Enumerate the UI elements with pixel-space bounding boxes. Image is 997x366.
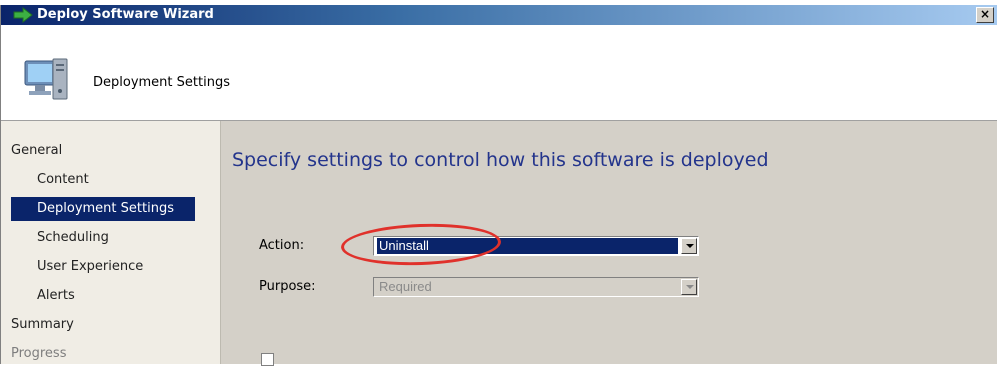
purpose-value: Required (379, 279, 432, 294)
purpose-dropdown-arrow-icon (681, 279, 697, 295)
purpose-dropdown: Required (373, 277, 699, 297)
wizard-navigation: General Content Deployment Settings Sche… (1, 121, 221, 364)
computer-icon (24, 58, 68, 100)
nav-item-alerts[interactable]: Alerts (11, 284, 75, 308)
wizard-header: Deployment Settings (1, 25, 997, 121)
page-title: Deployment Settings (93, 75, 230, 90)
nav-item-general[interactable]: General (11, 139, 62, 163)
nav-item-progress: Progress (11, 346, 67, 361)
nav-item-content[interactable]: Content (11, 168, 89, 192)
close-button[interactable]: × (976, 7, 994, 23)
action-value: Uninstall (377, 238, 678, 254)
main-panel: Specify settings to control how this sof… (221, 121, 997, 366)
nav-item-scheduling[interactable]: Scheduling (11, 226, 109, 250)
nav-item-summary[interactable]: Summary (11, 313, 74, 337)
action-label: Action: (259, 238, 305, 253)
nav-item-user-experience[interactable]: User Experience (11, 255, 143, 279)
action-dropdown-arrow-icon[interactable] (681, 238, 697, 254)
arrow-right-icon (13, 7, 33, 23)
wizard-window: Deploy Software Wizard × Deployment Sett… (0, 5, 997, 366)
section-heading: Specify settings to control how this sof… (232, 149, 769, 171)
title-bar[interactable]: Deploy Software Wizard × (1, 5, 997, 25)
purpose-label: Purpose: (259, 279, 316, 294)
window-title: Deploy Software Wizard (37, 7, 214, 22)
action-dropdown[interactable]: Uninstall (373, 236, 699, 256)
nav-item-deployment-settings[interactable]: Deployment Settings (11, 197, 195, 221)
option-checkbox[interactable] (261, 353, 274, 366)
